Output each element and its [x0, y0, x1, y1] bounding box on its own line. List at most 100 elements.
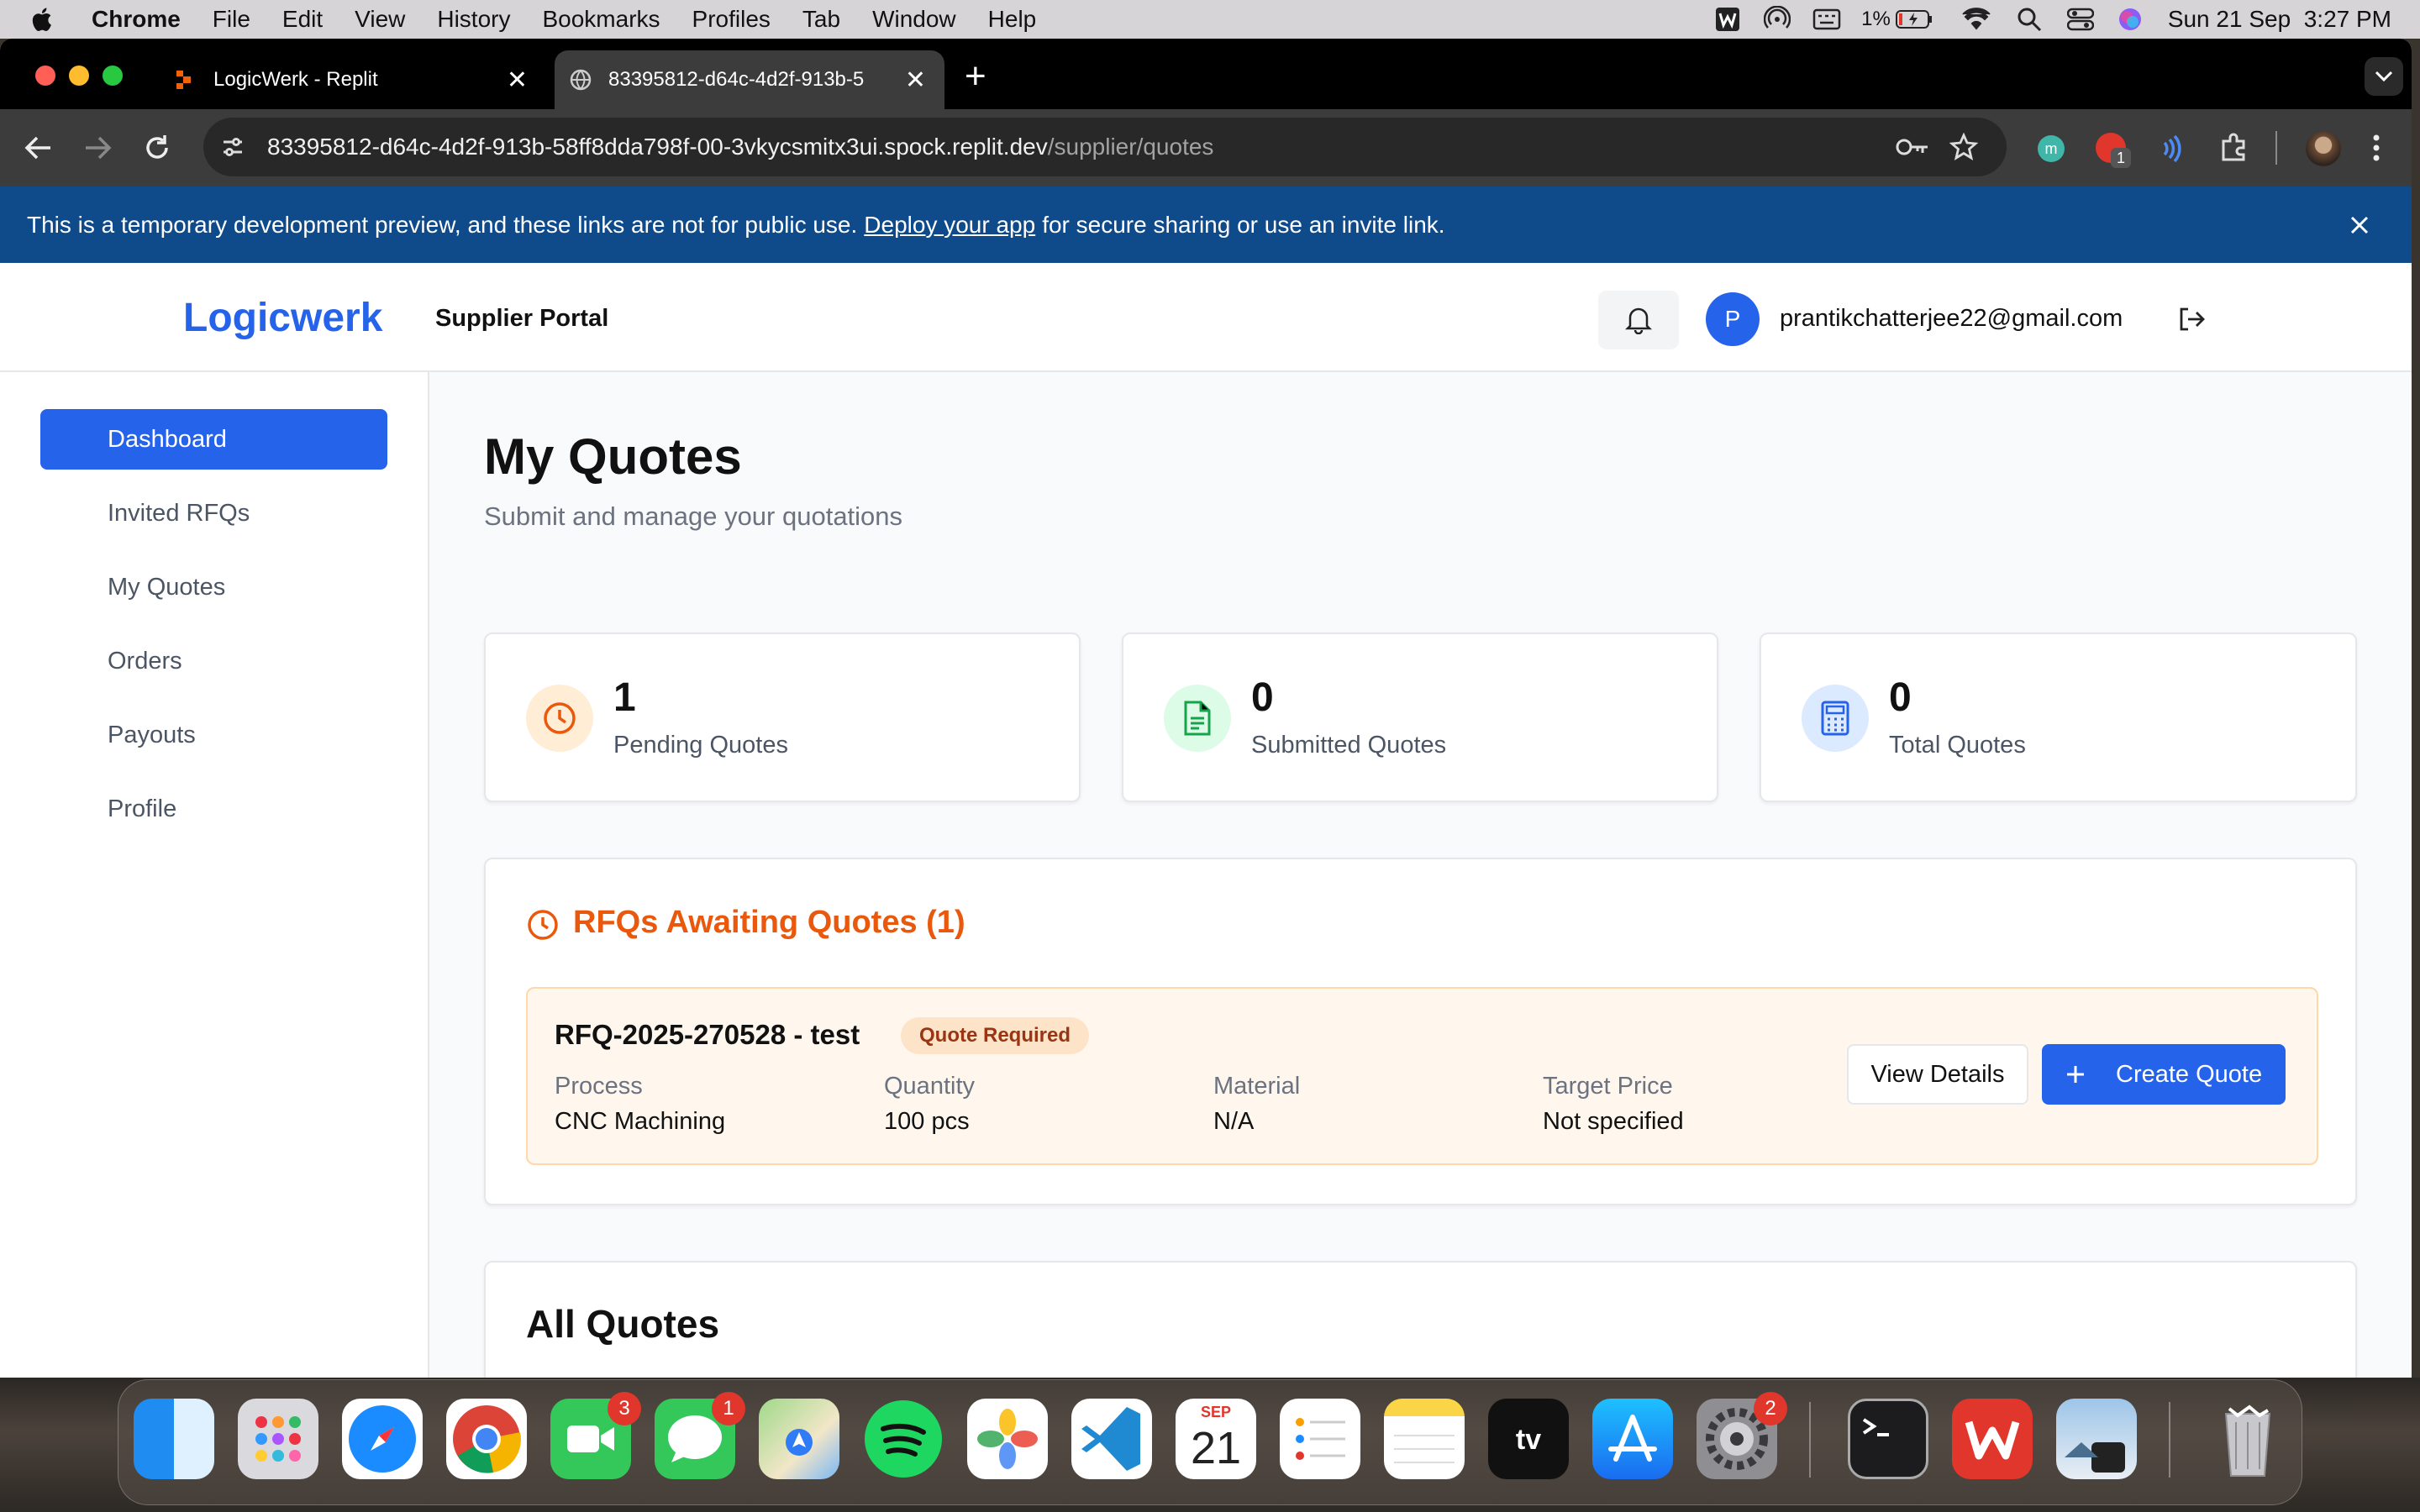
- deploy-app-link[interactable]: Deploy your app: [864, 212, 1035, 239]
- stat-label: Total Quotes: [1889, 732, 2026, 759]
- dock-reminders-icon[interactable]: [1280, 1399, 1360, 1479]
- chevron-down-icon: [2375, 71, 2393, 82]
- target-price-label: Target Price: [1543, 1073, 1673, 1100]
- menu-window[interactable]: Window: [856, 6, 972, 33]
- dock-spotify-icon[interactable]: [863, 1399, 944, 1479]
- dock-notes-icon[interactable]: [1384, 1399, 1465, 1479]
- create-quote-button[interactable]: Create Quote: [2042, 1044, 2286, 1105]
- view-details-label: View Details: [1870, 1060, 2005, 1088]
- more-menu-icon[interactable]: [2371, 133, 2381, 163]
- dock-messages-icon[interactable]: 1: [655, 1392, 745, 1479]
- sidebar-item-my-quotes[interactable]: My Quotes: [40, 557, 387, 617]
- tab-logicwerk-replit[interactable]: LogicWerk - Replit ✕: [151, 50, 546, 109]
- extension-notify-icon[interactable]: 1: [2096, 133, 2131, 168]
- forward-icon[interactable]: [84, 134, 113, 161]
- rfq-title: RFQ-2025-270528 - test: [555, 1019, 860, 1050]
- notification-badge: 1: [712, 1392, 745, 1425]
- extension-wave-icon[interactable]: [2158, 134, 2186, 163]
- site-info-icon[interactable]: [220, 134, 245, 160]
- svg-text:m: m: [2045, 140, 2058, 157]
- menu-app-name[interactable]: Chrome: [76, 6, 197, 33]
- menu-file[interactable]: File: [197, 6, 266, 33]
- dock-vscode-icon[interactable]: [1071, 1399, 1152, 1479]
- profile-avatar[interactable]: [2306, 131, 2341, 166]
- dock-launchpad-icon[interactable]: [238, 1399, 318, 1479]
- sidebar-item-orders[interactable]: Orders: [40, 631, 387, 691]
- bookmark-star-icon[interactable]: [1949, 133, 1978, 161]
- wifi-icon[interactable]: [1961, 8, 1991, 31]
- address-bar[interactable]: 83395812-d64c-4d2f-913b-58ff8dda798f-00-…: [203, 118, 2007, 176]
- rfq-card: RFQ-2025-270528 - test Quote Required Pr…: [526, 987, 2318, 1165]
- sidebar-item-dashboard[interactable]: Dashboard: [40, 409, 387, 470]
- sidebar-item-profile[interactable]: Profile: [40, 779, 387, 839]
- dock-terminal-icon[interactable]: [1848, 1399, 1928, 1479]
- dock-finder-icon[interactable]: [134, 1399, 214, 1479]
- password-key-icon[interactable]: [1896, 136, 1929, 158]
- notifications-button[interactable]: [1598, 291, 1679, 349]
- tab-strip: LogicWerk - Replit ✕ 83395812-d64c-4d2f-…: [0, 39, 2412, 109]
- apple-logo-icon[interactable]: [29, 5, 57, 34]
- material-value: N/A: [1213, 1108, 1255, 1135]
- dock-preview-icon[interactable]: [2056, 1399, 2137, 1479]
- sidebar-item-payouts[interactable]: Payouts: [40, 705, 387, 765]
- zoom-window-button[interactable]: [103, 66, 123, 86]
- menu-profiles[interactable]: Profiles: [676, 6, 786, 33]
- extension-m-icon[interactable]: m: [2037, 134, 2065, 163]
- page-subtitle: Submit and manage your quotations: [484, 501, 903, 531]
- macos-dock: 3 1 SEP 21 tv 2: [118, 1379, 2302, 1505]
- create-quote-label: Create Quote: [2116, 1060, 2263, 1088]
- new-tab-button[interactable]: +: [965, 55, 986, 97]
- tab-supplier-quotes[interactable]: 83395812-d64c-4d2f-913b-5 ✕: [555, 50, 944, 109]
- dock-calendar-icon[interactable]: SEP 21: [1176, 1399, 1256, 1479]
- back-icon[interactable]: [24, 134, 52, 161]
- clock-icon: [528, 910, 558, 940]
- stat-label: Submitted Quotes: [1251, 732, 1447, 759]
- dock-chrome-icon[interactable]: [446, 1399, 527, 1479]
- spotlight-search-icon[interactable]: [2017, 7, 2042, 32]
- battery-icon[interactable]: [1895, 9, 1933, 29]
- menu-history[interactable]: History: [421, 6, 526, 33]
- app-header: Logicwerk Supplier Portal P prantikchatt…: [0, 263, 2412, 372]
- menu-tab[interactable]: Tab: [786, 6, 856, 33]
- dock-maps-icon[interactable]: [759, 1399, 839, 1479]
- sidebar-item-invited-rfqs[interactable]: Invited RFQs: [40, 483, 387, 543]
- tab-search-button[interactable]: [2365, 57, 2403, 96]
- globe-favicon-icon: [570, 69, 592, 91]
- keyboard-icon[interactable]: [1812, 8, 1841, 31]
- brand-logo[interactable]: Logicwerk: [183, 295, 382, 341]
- user-avatar[interactable]: P: [1706, 292, 1760, 346]
- sidebar-item-label: Profile: [108, 795, 177, 822]
- dock-safari-icon[interactable]: [342, 1399, 423, 1479]
- dock-wps-office-icon[interactable]: [1952, 1399, 2033, 1479]
- banner-text: This is a temporary development preview,…: [27, 211, 858, 238]
- replit-favicon-icon: [176, 71, 191, 89]
- toolbar-divider: [2275, 131, 2277, 165]
- dock-facetime-icon[interactable]: 3: [550, 1392, 641, 1479]
- close-banner-icon[interactable]: [2349, 215, 2370, 235]
- dock-trash-icon[interactable]: [2207, 1399, 2288, 1479]
- extensions-puzzle-icon[interactable]: [2218, 133, 2249, 163]
- menu-view[interactable]: View: [339, 6, 421, 33]
- close-tab-icon[interactable]: ✕: [905, 66, 926, 95]
- dock-app-store-icon[interactable]: [1592, 1399, 1673, 1479]
- menu-help[interactable]: Help: [972, 6, 1053, 33]
- control-center-icon[interactable]: [2066, 8, 2094, 31]
- minimize-window-button[interactable]: [69, 66, 89, 86]
- menu-edit[interactable]: Edit: [266, 6, 339, 33]
- wps-menubar-icon[interactable]: [1715, 7, 1740, 32]
- menubar-clock[interactable]: Sun 21 Sep 3:27 PM: [2168, 6, 2391, 33]
- airdrop-icon[interactable]: [1764, 6, 1791, 33]
- dock-system-settings-icon[interactable]: 2: [1697, 1392, 1787, 1479]
- close-window-button[interactable]: [35, 66, 55, 86]
- bell-icon: [1625, 307, 1652, 334]
- dock-apple-tv-icon[interactable]: tv: [1488, 1399, 1569, 1479]
- dock-photos-icon[interactable]: [967, 1399, 1048, 1479]
- close-tab-icon[interactable]: ✕: [507, 66, 528, 95]
- logout-icon[interactable]: [2178, 307, 2205, 332]
- notification-badge: 2: [1754, 1392, 1787, 1425]
- reload-icon[interactable]: [143, 134, 171, 162]
- view-details-button[interactable]: View Details: [1847, 1044, 2028, 1105]
- menu-bookmarks[interactable]: Bookmarks: [526, 6, 676, 33]
- siri-icon[interactable]: [2118, 7, 2143, 32]
- portal-label: Supplier Portal: [435, 305, 609, 332]
